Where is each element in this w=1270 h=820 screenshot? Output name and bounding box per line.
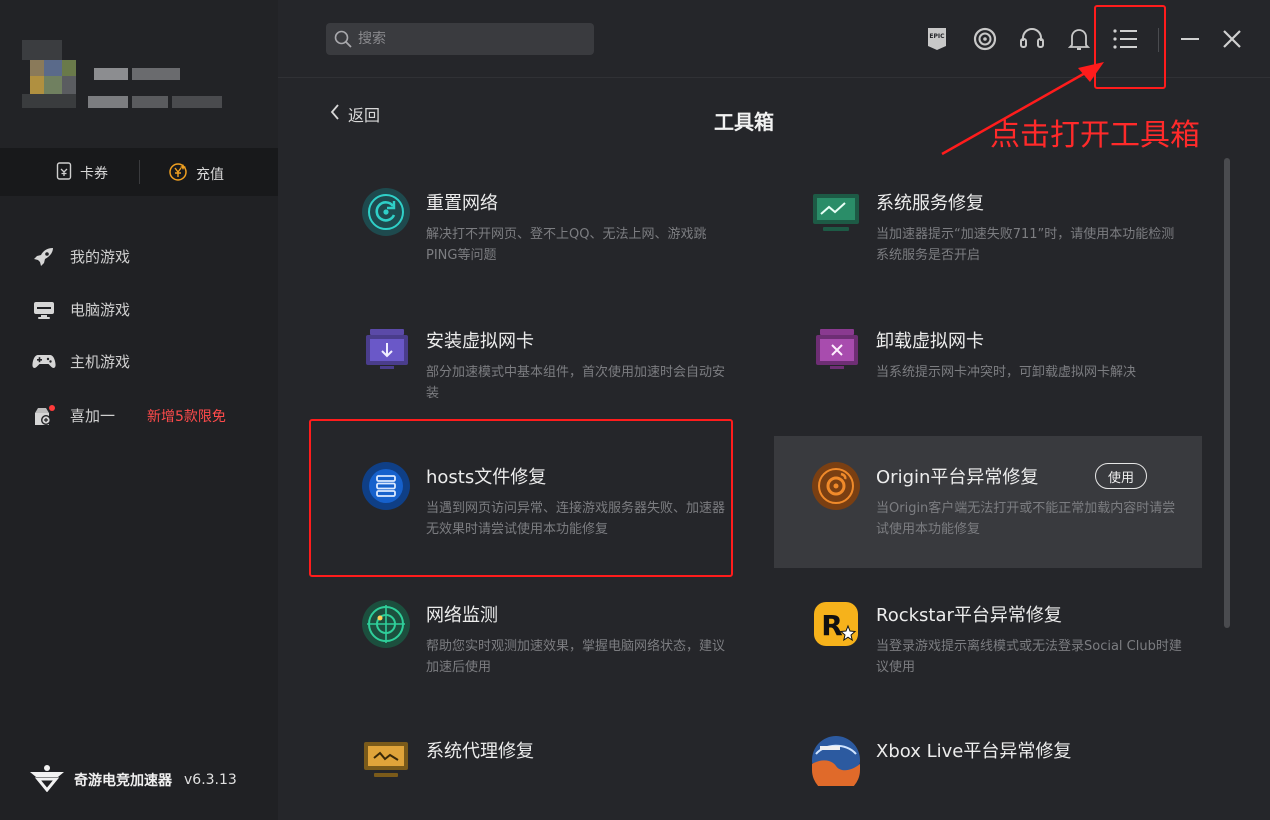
- recharge-label: 充值: [196, 167, 224, 183]
- origin-icon: [808, 458, 864, 514]
- uninstall-adapter-icon: [808, 322, 864, 378]
- gamepad-icon: [32, 352, 56, 372]
- tool-description: 部分加速模式中基本组件，首次使用加速时会自动安装: [426, 365, 726, 401]
- tool-description: 当系统提示网卡冲突时，可卸载虚拟网卡解决: [876, 365, 1137, 380]
- tool-name: 系统代理修复: [426, 741, 534, 762]
- tool-name: 网络监测: [426, 605, 498, 626]
- ubisoft-icon[interactable]: [972, 26, 998, 52]
- install-adapter-icon: [358, 322, 414, 378]
- tool-description: 当Origin客户端无法打开或不能正常加载内容时请尝试使用本功能修复: [876, 501, 1176, 537]
- sidebar: 卡券 充值 我的游戏 电脑游戏 主机游戏 喜加一 新增5款限免 奇游电竞加速器 …: [0, 0, 278, 820]
- coupon-button[interactable]: 卡券: [56, 162, 108, 184]
- app-version: v6.3.13: [184, 772, 237, 788]
- free-games-badge: 新增5款限免: [147, 408, 226, 425]
- tool-description: 当加速器提示“加速失败711”时，请使用本功能检测系统服务是否开启: [876, 227, 1175, 263]
- highlight-box-hosts: [309, 419, 733, 577]
- tool-uninstall-virtual-adapter[interactable]: 卸载虚拟网卡 当系统提示网卡冲突时，可卸载虚拟网卡解决: [774, 300, 1202, 432]
- brand-logo-icon: [28, 764, 66, 796]
- sidebar-item-label: 电脑游戏: [70, 301, 131, 319]
- tool-origin-repair[interactable]: Origin平台异常修复 使用 当Origin客户端无法打开或不能正常加载内容时…: [774, 436, 1202, 568]
- tool-network-monitor[interactable]: 网络监测 帮助您实时观测加速效果，掌握电脑网络状态，建议加速后使用: [324, 574, 752, 706]
- close-icon[interactable]: [1219, 26, 1245, 52]
- epic-games-icon[interactable]: EPIC: [924, 26, 950, 52]
- brand-name: 奇游电竞加速器: [74, 773, 172, 789]
- tool-name: Xbox Live平台异常修复: [876, 741, 1072, 762]
- rocket-icon: [32, 247, 56, 267]
- tool-reset-network[interactable]: 重置网络 解决打不开网页、登不上QQ、无法上网、游戏跳PING等问题: [324, 162, 752, 294]
- tool-system-service-repair[interactable]: 系统服务修复 当加速器提示“加速失败711”时，请使用本功能检测系统服务是否开启: [774, 162, 1202, 294]
- coupon-label: 卡券: [80, 166, 108, 182]
- tool-rockstar-repair[interactable]: R Rockstar平台异常修复 当登录游戏提示离线模式或无法登录Social …: [774, 574, 1202, 706]
- sidebar-item-free-games[interactable]: 喜加一 新增5款限免: [32, 404, 226, 426]
- tool-install-virtual-adapter[interactable]: 安装虚拟网卡 部分加速模式中基本组件，首次使用加速时会自动安装: [324, 300, 752, 432]
- network-monitor-icon: [358, 596, 414, 652]
- proxy-repair-icon: [358, 732, 414, 788]
- svg-text:EPIC: EPIC: [929, 33, 945, 40]
- sidebar-item-pc-games[interactable]: 电脑游戏: [32, 299, 130, 320]
- gift-icon: [32, 404, 56, 426]
- app-window: 卡券 充值 我的游戏 电脑游戏 主机游戏 喜加一 新增5款限免 奇游电竞加速器 …: [0, 0, 1270, 820]
- sidebar-item-label: 我的游戏: [70, 248, 131, 266]
- avatar[interactable]: [22, 40, 222, 112]
- tool-description: 当登录游戏提示离线模式或无法登录Social Club时建议使用: [876, 639, 1182, 675]
- monitor-icon: [32, 300, 56, 320]
- tool-name: Origin平台异常修复: [876, 467, 1039, 488]
- annotation-text: 点击打开工具箱: [990, 118, 1200, 153]
- tool-name: 卸载虚拟网卡: [876, 331, 984, 352]
- tool-description: 帮助您实时观测加速效果，掌握电脑网络状态，建议加速后使用: [426, 639, 726, 675]
- recharge-button[interactable]: 充值: [168, 162, 224, 186]
- sidebar-item-label: 主机游戏: [70, 353, 131, 371]
- reset-network-icon: [358, 184, 414, 240]
- sidebar-item-my-games[interactable]: 我的游戏: [32, 246, 130, 267]
- tool-name: 系统服务修复: [876, 193, 984, 214]
- brand: 奇游电竞加速器 v6.3.13: [28, 764, 237, 796]
- tool-proxy-repair[interactable]: 系统代理修复: [324, 710, 752, 820]
- system-service-icon: [808, 184, 864, 240]
- tool-name: 重置网络: [426, 193, 498, 214]
- use-button[interactable]: 使用: [1095, 463, 1148, 489]
- svg-text:R: R: [821, 609, 843, 642]
- tool-name: Rockstar平台异常修复: [876, 605, 1062, 626]
- coupon-icon: [56, 162, 72, 184]
- sidebar-item-console-games[interactable]: 主机游戏: [32, 351, 130, 372]
- coin-icon: [168, 162, 188, 186]
- xbox-live-icon: [808, 732, 864, 788]
- headset-icon[interactable]: [1019, 26, 1045, 52]
- search-input[interactable]: [326, 23, 594, 55]
- tool-description: 解决打不开网页、登不上QQ、无法上网、游戏跳PING等问题: [426, 227, 707, 263]
- minimize-icon[interactable]: [1177, 26, 1203, 52]
- wallet-divider: [139, 160, 140, 184]
- tool-name: 安装虚拟网卡: [426, 331, 534, 352]
- main-panel: EPIC 返回: [278, 0, 1270, 820]
- user-profile[interactable]: [0, 0, 278, 148]
- sidebar-item-label: 喜加一: [70, 407, 116, 425]
- scrollbar[interactable]: [1224, 158, 1230, 628]
- tool-xbox-live-repair[interactable]: Xbox Live平台异常修复: [774, 710, 1202, 820]
- bell-icon[interactable]: [1066, 26, 1092, 52]
- search-icon: [334, 30, 352, 52]
- rockstar-icon: R: [808, 596, 864, 652]
